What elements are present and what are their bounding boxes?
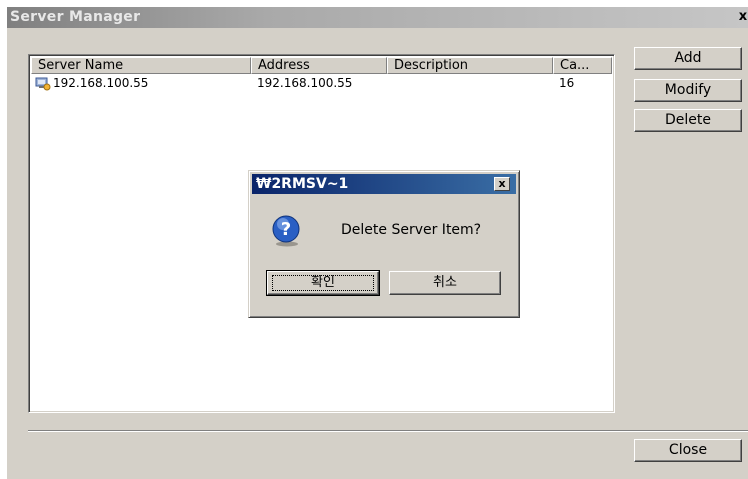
ok-button[interactable]: 확인: [266, 270, 380, 296]
focus-indicator: [272, 275, 374, 291]
window-close-button[interactable]: x: [736, 10, 748, 24]
column-header-address[interactable]: Address: [251, 57, 387, 74]
dialog-close-button[interactable]: x: [494, 177, 510, 191]
separator: [28, 430, 748, 432]
confirm-dialog: ₩2RMSV~1 x ? Delete Server Item? 확인 취소: [248, 170, 520, 318]
cancel-button[interactable]: 취소: [389, 271, 501, 295]
cell-server-name: 192.168.100.55: [53, 76, 149, 90]
dialog-title-bar[interactable]: ₩2RMSV~1 x: [252, 174, 516, 194]
cell-address: 192.168.100.55: [257, 76, 353, 90]
add-button[interactable]: Add: [634, 47, 742, 70]
modify-button[interactable]: Modify: [634, 79, 742, 102]
question-icon: ?: [271, 215, 303, 247]
column-header-server-name[interactable]: Server Name: [31, 57, 251, 74]
column-header-capacity[interactable]: Ca...: [553, 57, 612, 74]
server-icon: [35, 75, 51, 91]
column-header-description[interactable]: Description: [387, 57, 553, 74]
dialog-title: ₩2RMSV~1: [256, 176, 349, 192]
close-button[interactable]: Close: [634, 439, 742, 462]
window-title: Server Manager: [10, 9, 141, 25]
dialog-message: Delete Server Item?: [341, 222, 482, 238]
cell-capacity: 16: [559, 76, 575, 90]
svg-text:?: ?: [281, 219, 291, 240]
delete-button[interactable]: Delete: [634, 109, 742, 132]
title-bar[interactable]: Server Manager x: [7, 7, 748, 28]
